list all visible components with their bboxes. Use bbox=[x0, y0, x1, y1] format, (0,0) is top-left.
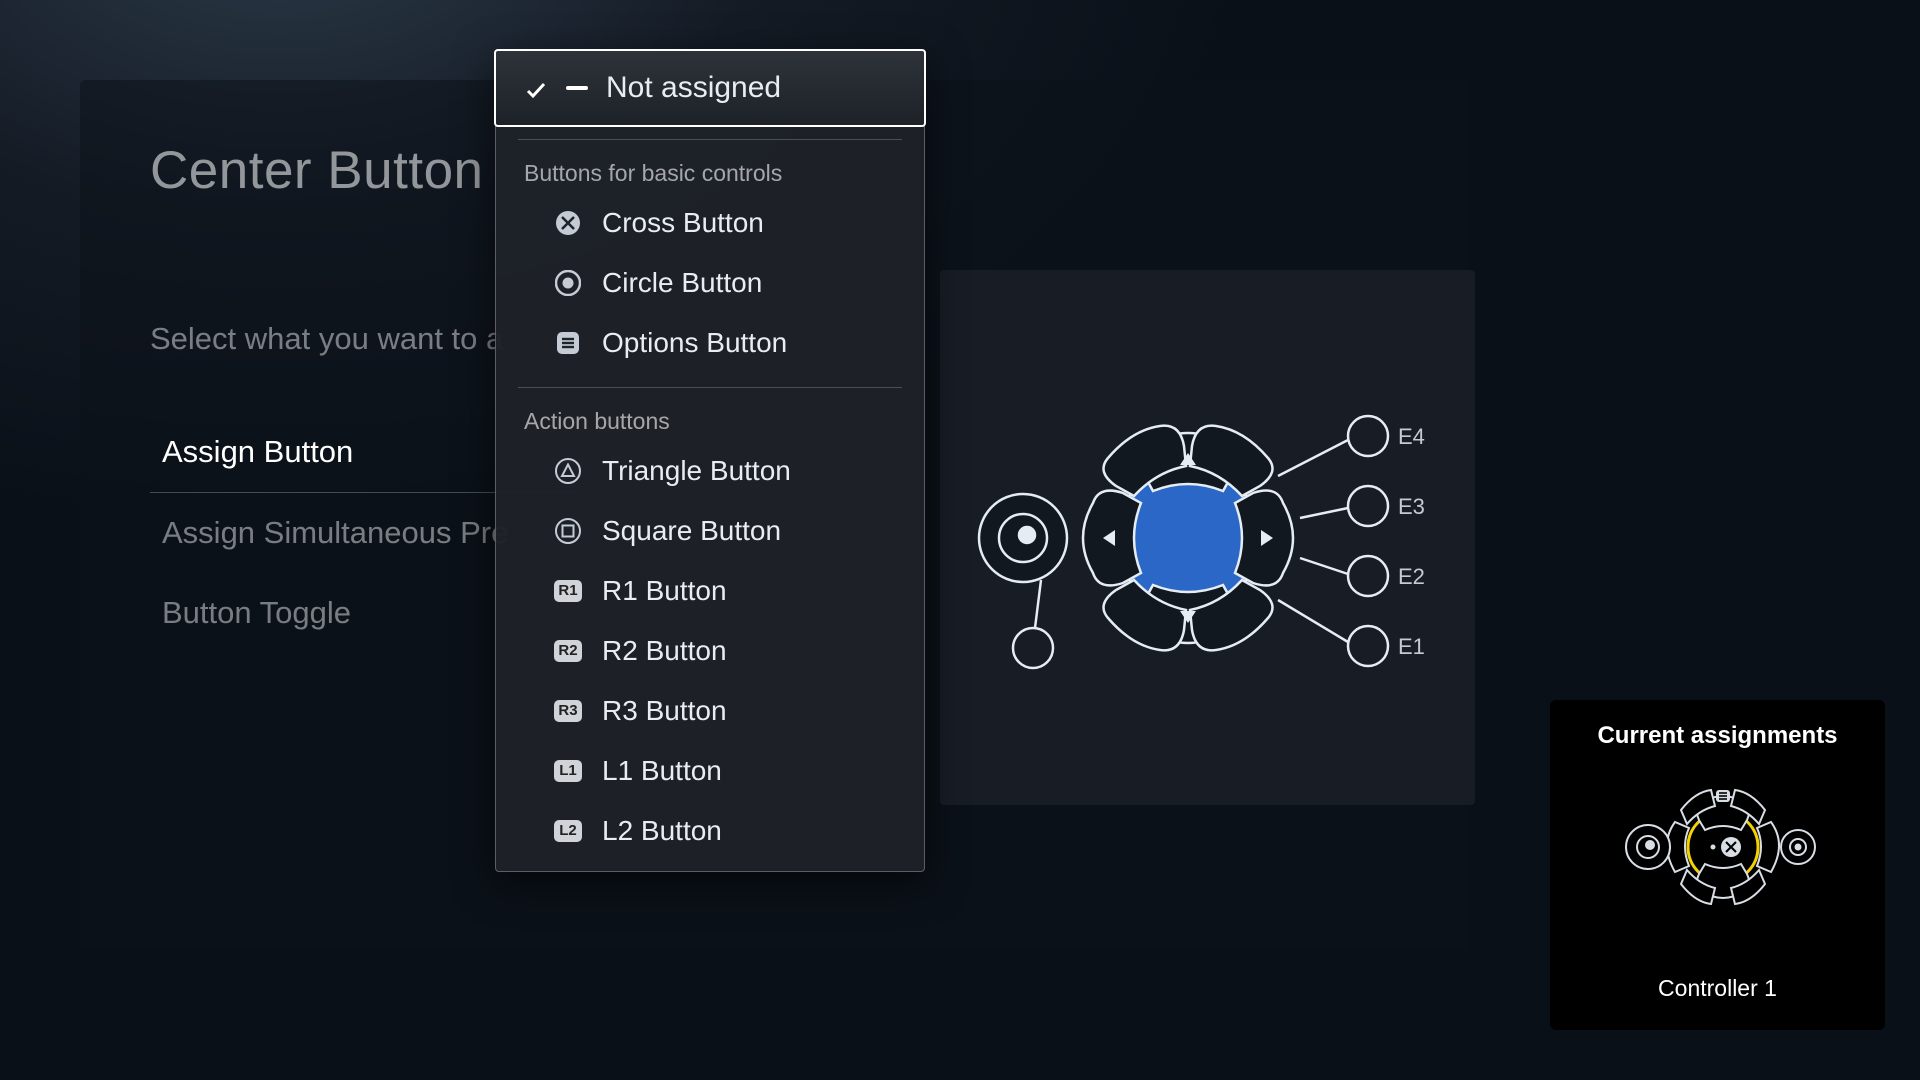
access-controller-diagram-icon: E4 E3 E2 E1 bbox=[948, 318, 1468, 758]
dropdown-item-label: Circle Button bbox=[602, 267, 762, 299]
l1-badge-icon: L1 bbox=[554, 760, 582, 782]
dropdown-section-basic: Buttons for basic controls bbox=[496, 148, 924, 193]
circle-icon bbox=[554, 269, 582, 297]
ext-label-e2: E2 bbox=[1398, 564, 1425, 589]
square-icon bbox=[554, 517, 582, 545]
dropdown-item-label: R3 Button bbox=[602, 695, 727, 727]
current-assignments-panel: Current assignments bbox=[1550, 700, 1885, 1030]
assignment-dropdown[interactable]: Not assigned Buttons for basic controls … bbox=[495, 50, 925, 872]
dropdown-selected-label: Not assigned bbox=[606, 71, 781, 105]
cross-icon bbox=[554, 209, 582, 237]
l2-badge-icon: L2 bbox=[554, 820, 582, 842]
dropdown-item-square[interactable]: Square Button bbox=[496, 501, 924, 561]
dropdown-item-l2[interactable]: L2 L2 Button bbox=[496, 801, 924, 861]
dropdown-item-label: R1 Button bbox=[602, 575, 727, 607]
dash-icon bbox=[566, 86, 588, 90]
options-icon bbox=[554, 329, 582, 357]
r2-badge-icon: R2 bbox=[554, 640, 582, 662]
dropdown-item-options[interactable]: Options Button bbox=[496, 313, 924, 373]
ext-label-e3: E3 bbox=[1398, 494, 1425, 519]
ext-label-e1: E1 bbox=[1398, 634, 1425, 659]
dropdown-item-label: Cross Button bbox=[602, 207, 764, 239]
dropdown-section-action: Action buttons bbox=[496, 396, 924, 441]
dropdown-item-label: L1 Button bbox=[602, 755, 722, 787]
dropdown-item-circle[interactable]: Circle Button bbox=[496, 253, 924, 313]
dropdown-item-r3[interactable]: R3 R3 Button bbox=[496, 681, 924, 741]
r1-badge-icon: R1 bbox=[554, 580, 582, 602]
dropdown-item-l1[interactable]: L1 L1 Button bbox=[496, 741, 924, 801]
dropdown-item-r1[interactable]: R1 R1 Button bbox=[496, 561, 924, 621]
divider bbox=[518, 139, 902, 140]
divider bbox=[518, 387, 902, 388]
dropdown-item-cross[interactable]: Cross Button bbox=[496, 193, 924, 253]
r3-badge-icon: R3 bbox=[554, 700, 582, 722]
triangle-icon bbox=[554, 457, 582, 485]
dropdown-item-label: R2 Button bbox=[602, 635, 727, 667]
dropdown-item-r2[interactable]: R2 R2 Button bbox=[496, 621, 924, 681]
dropdown-item-label: Square Button bbox=[602, 515, 781, 547]
controller-diagram-panel: E4 E3 E2 E1 bbox=[940, 270, 1475, 805]
dropdown-item-triangle[interactable]: Triangle Button bbox=[496, 441, 924, 501]
dropdown-item-label: Triangle Button bbox=[602, 455, 791, 487]
current-assignments-title: Current assignments bbox=[1597, 722, 1837, 750]
dropdown-selected-not-assigned[interactable]: Not assigned bbox=[494, 49, 926, 127]
current-assignments-diagram-icon bbox=[1613, 762, 1823, 932]
current-controller-label: Controller 1 bbox=[1658, 975, 1777, 1002]
check-icon bbox=[524, 76, 548, 100]
ext-label-e4: E4 bbox=[1398, 424, 1425, 449]
dropdown-item-label: L2 Button bbox=[602, 815, 722, 847]
dropdown-item-label: Options Button bbox=[602, 327, 787, 359]
